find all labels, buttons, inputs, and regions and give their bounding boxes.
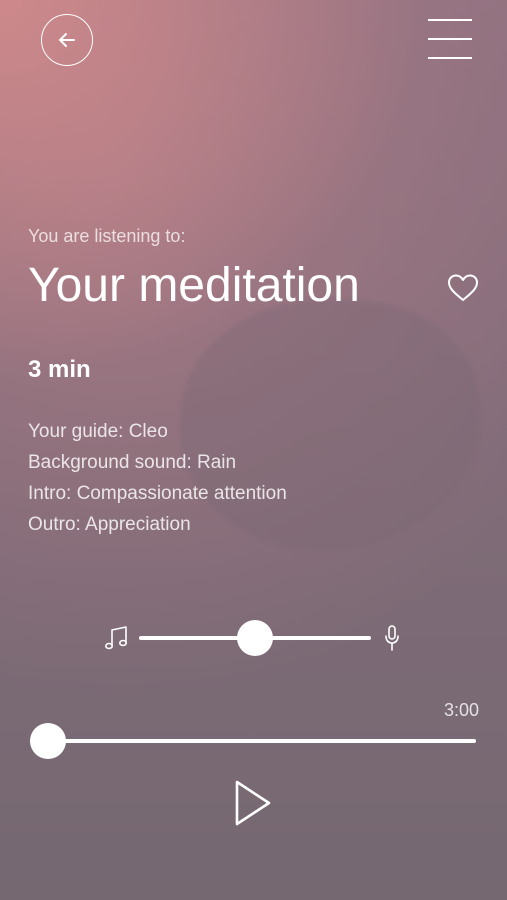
menu-line [428,57,472,59]
progress-slider-thumb[interactable] [30,723,66,759]
guide-label: Your guide: Cleo [28,421,168,442]
arrow-left-icon [59,33,75,47]
playback-progress-slider[interactable] [30,723,476,759]
voice-music-balance [103,620,403,656]
balance-slider-thumb[interactable] [237,620,273,656]
music-note-icon [104,626,127,650]
play-icon[interactable] [232,778,274,828]
background-sound-label: Background sound: Rain [28,452,237,473]
menu-button[interactable] [428,18,472,60]
meditation-title: Your meditation [28,259,360,312]
back-button[interactable] [41,14,93,66]
listening-label: You are listening to: [28,226,186,246]
meditation-details: Your guide: Cleo Background sound: Rain … [28,420,287,544]
intro-label: Intro: Compassionate attention [28,483,287,504]
heart-outline-icon[interactable] [446,273,480,303]
outro-label: Outro: Appreciation [28,514,191,535]
balance-slider[interactable] [139,620,371,656]
duration-label: 3 min [28,356,91,383]
microphone-icon [385,625,399,651]
menu-line [428,19,472,21]
total-time: 3:00 [443,700,479,720]
menu-line [428,38,472,40]
